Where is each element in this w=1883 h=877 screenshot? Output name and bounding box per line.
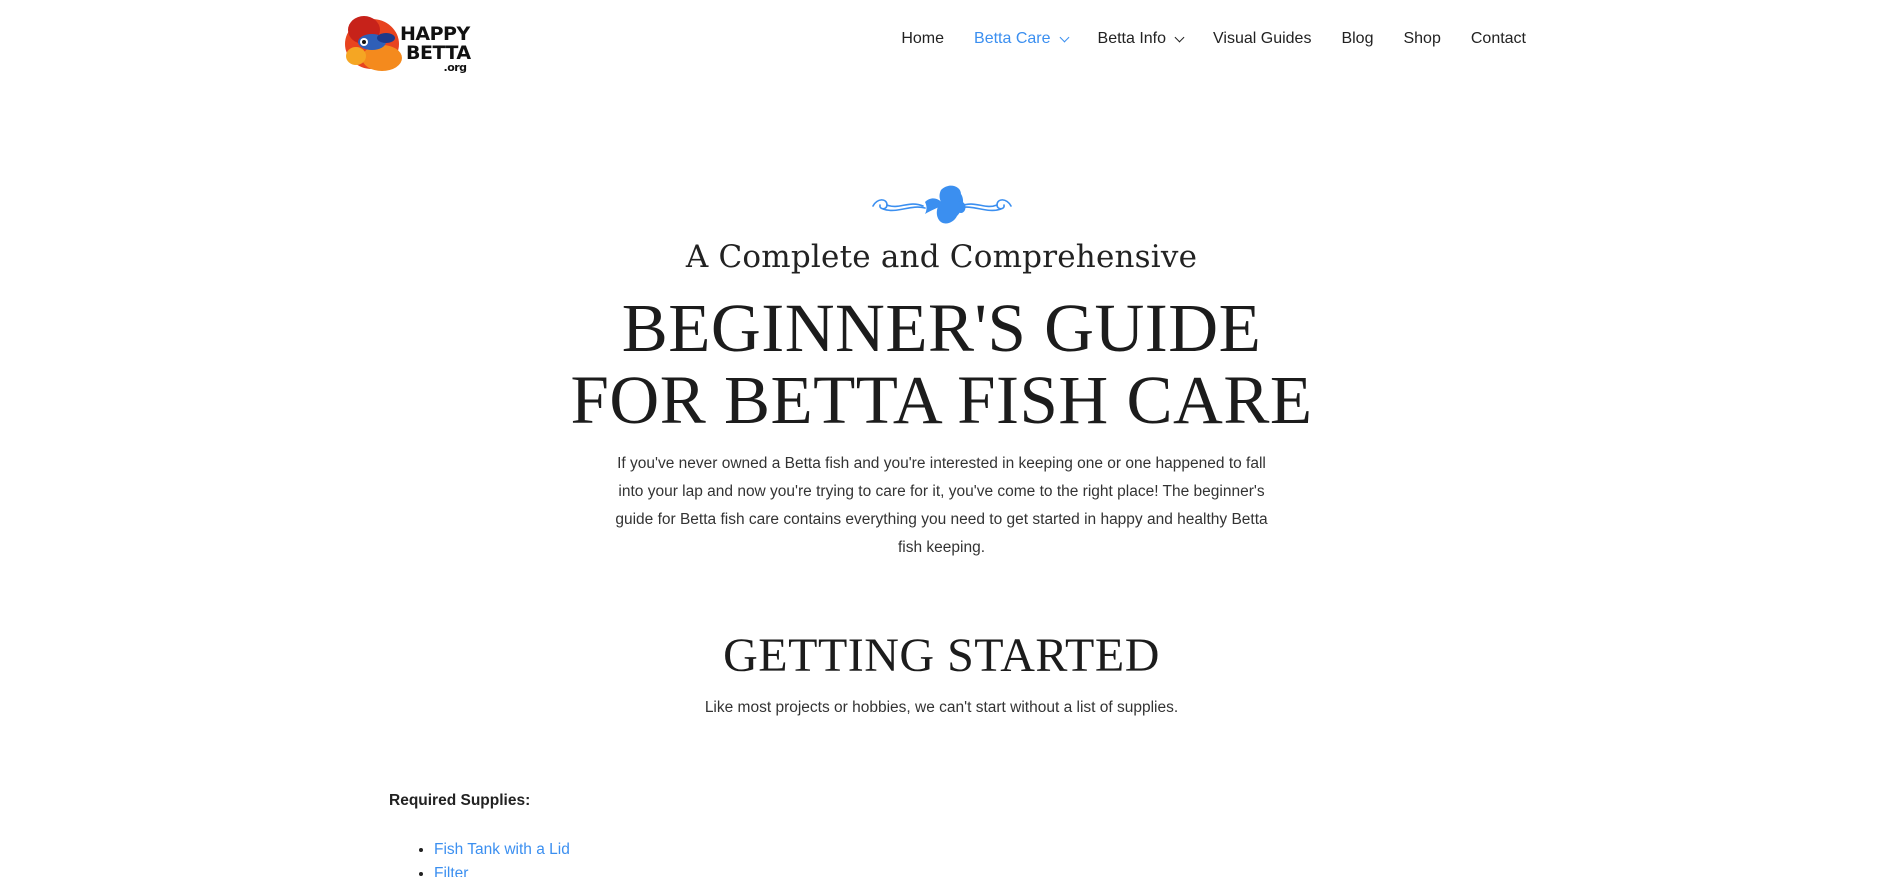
nav-item-label: Betta Care [974,30,1051,47]
nav-item-label: Home [901,30,945,47]
chevron-down-icon [1174,32,1185,42]
list-item: Filter [434,862,1089,877]
supply-link-fish-tank[interactable]: Fish Tank with a Lid [434,841,570,858]
nav-item-label: Visual Guides [1213,30,1312,47]
section-title: GETTING STARTED [723,629,1160,682]
section-description: Like most projects or hobbies, we can't … [704,699,1179,716]
nav-item-label: Betta Info [1097,30,1167,47]
betta-fish-logo-icon [345,16,402,71]
nav-item-contact[interactable]: Contact [1471,30,1526,48]
nav-item-home[interactable]: Home [901,30,944,48]
chevron-down-icon [1059,32,1069,42]
nav-item-betta-care[interactable]: Betta Care [974,30,1069,48]
logo-line-3: .org [443,61,468,74]
logo-wordmark: HAPPY BETTA .org [400,25,471,74]
required-supplies: Required Supplies: Fish Tank with a Lid … [389,790,1089,877]
betta-fish-flourish-icon [871,185,1012,224]
nav-item-blog[interactable]: Blog [1341,30,1373,48]
nav-item-label: Contact [1470,30,1526,47]
nav-item-betta-info[interactable]: Betta Info [1097,30,1185,48]
list-item: Fish Tank with a Lid [434,838,1089,862]
hero-intro-paragraph: If you've never owned a Betta fish and y… [615,455,1268,556]
supplies-list: Fish Tank with a Lid Filter [389,838,1089,877]
main-navigation: Home Betta Care Betta Info Visual Guides… [871,30,1526,48]
nav-item-visual-guides[interactable]: Visual Guides [1213,30,1311,48]
nav-item-shop[interactable]: Shop [1403,30,1440,48]
getting-started-section: GETTING STARTED Like most projects or ho… [0,628,1883,720]
site-logo[interactable]: HAPPY BETTA .org [342,8,484,74]
supply-link-filter[interactable]: Filter [434,865,468,877]
hero-section: A Complete and Comprehensive BEGINNER'S … [0,180,1883,562]
page-title: BEGINNER'S GUIDE FOR BETTA FISH CARE [570,290,1313,438]
nav-item-label: Shop [1403,30,1441,47]
supplies-heading: Required Supplies: [389,792,531,809]
hero-subtitle: A Complete and Comprehensive [685,239,1198,275]
site-header: HAPPY BETTA .org Home Betta Care Betta I… [0,0,1883,84]
nav-item-label: Blog [1341,30,1374,47]
